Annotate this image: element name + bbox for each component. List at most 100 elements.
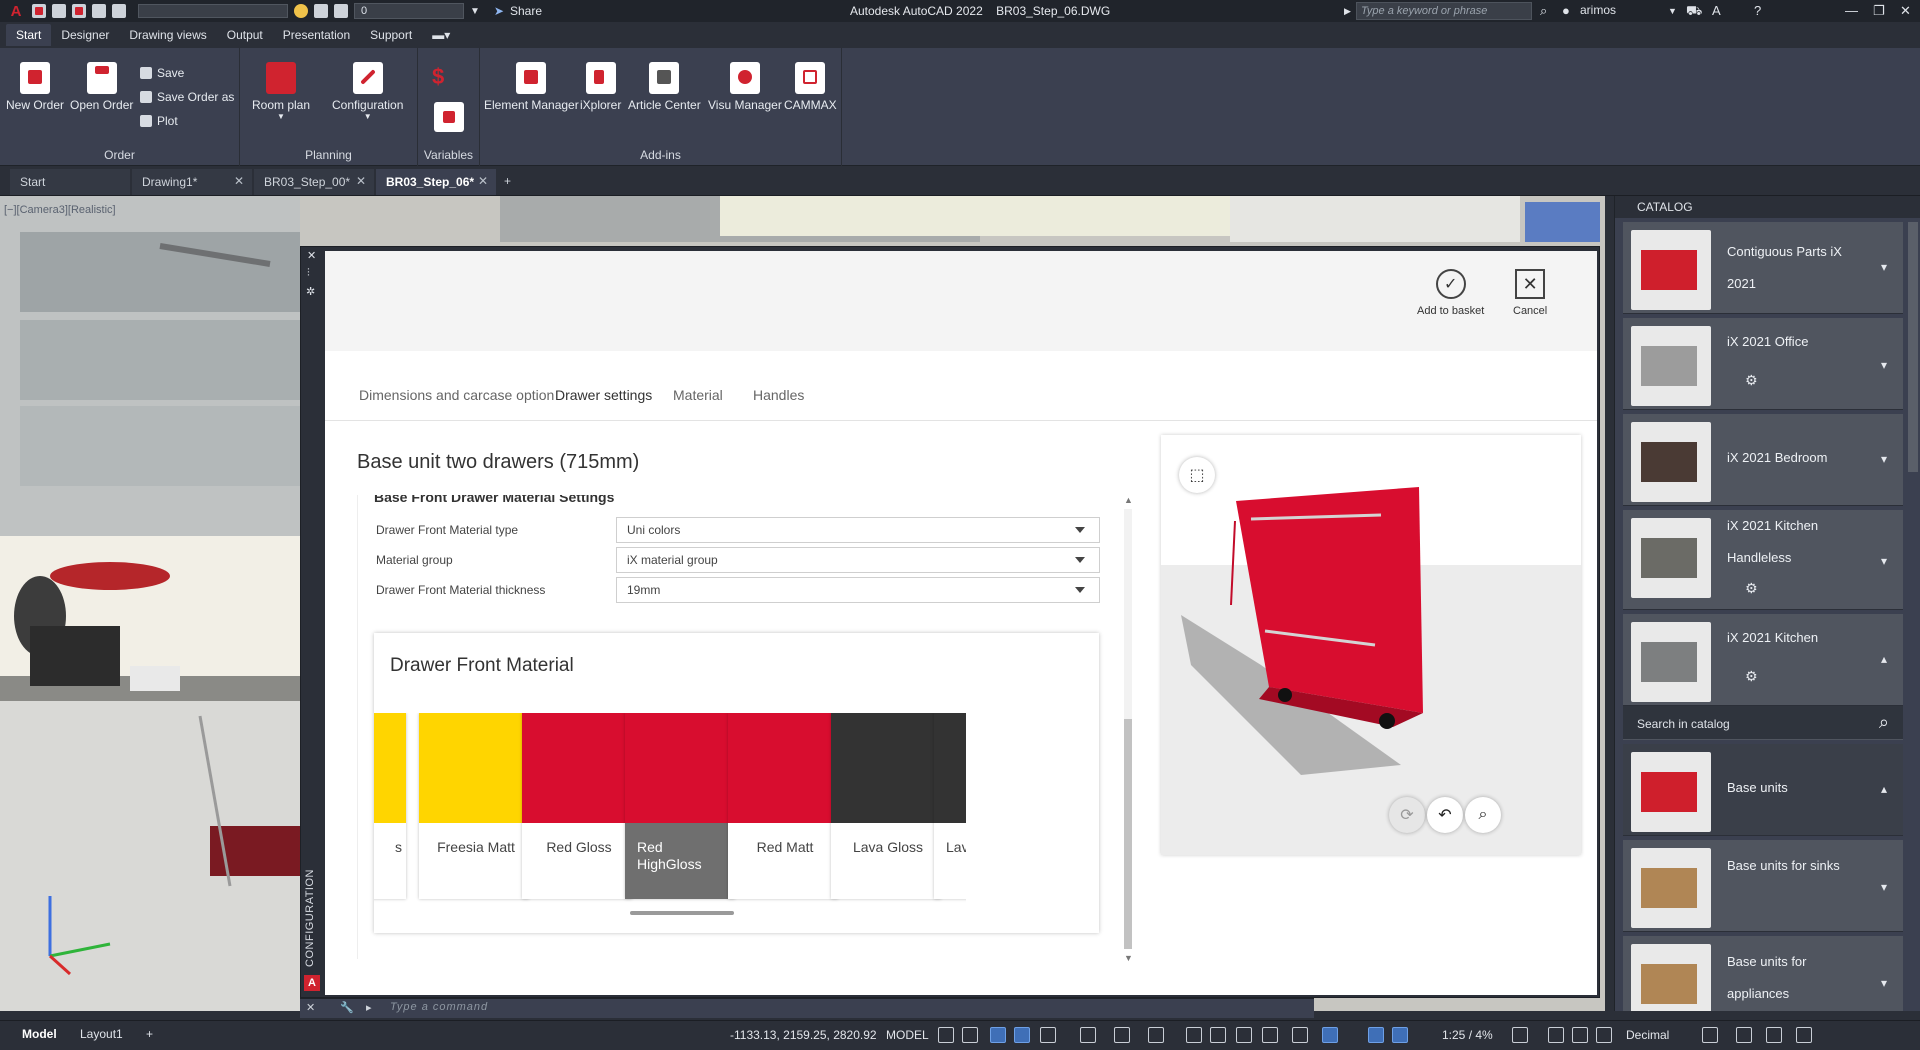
close-icon[interactable]: ✕ [234,174,244,188]
settings-vertical-scrollbar[interactable]: ▲ ▼ [1122,495,1134,965]
gear-icon[interactable]: ⚙ [1745,668,1758,685]
close-icon[interactable]: ✕ [307,249,316,262]
chevron-down-icon[interactable]: ▼ [1668,6,1677,16]
catalog-item-ix-2021-office[interactable]: iX 2021 Office ⚙ ▾ [1623,318,1903,410]
search-icon[interactable]: ⌕ [1879,712,1889,733]
lineweight-icon[interactable] [1148,1027,1164,1043]
close-icon[interactable]: ✕ [356,174,366,188]
workspace-gear-icon[interactable] [1512,1027,1528,1043]
swatch-partial-left[interactable]: s [374,713,406,899]
add-to-basket-button[interactable]: ✓ Add to basket [1417,269,1484,317]
wrench-icon[interactable]: 🔧 [340,1001,354,1014]
restore-icon[interactable]: ❐ [1873,3,1885,19]
pin-icon[interactable]: ⫶ [307,267,310,280]
polar-icon[interactable] [1014,1027,1030,1043]
material-group-select[interactable]: iX material group [616,547,1100,573]
catalog-scrollbar[interactable] [1908,222,1918,472]
catalog-item-ix-2021-bedroom[interactable]: iX 2021 Bedroom ▾ [1623,414,1903,506]
tab-material[interactable]: Material [673,387,723,403]
visu-manager-button[interactable]: Visu Manager [708,62,782,112]
tab-layout1[interactable]: Layout1 [80,1027,123,1041]
workspace-select[interactable] [138,4,288,18]
undo-icon[interactable]: ↶ [1427,797,1463,833]
room-plan-button[interactable]: Room plan ▼ [252,62,310,121]
save-file-icon[interactable] [72,4,86,18]
close-icon[interactable]: ✕ [306,1001,315,1014]
autocad-logo-icon[interactable]: A [6,3,26,20]
ribbon-tab-start[interactable]: Start [6,24,52,46]
new-file-icon[interactable] [32,4,46,18]
swatch-strip-scrollbar[interactable] [630,911,734,915]
material-thickness-select[interactable]: 19mm [616,577,1100,603]
doc-tab-start[interactable]: Start [10,169,130,195]
catalog-item-ix-2021-kitchen-handleless[interactable]: iX 2021 Kitchen Handleless ⚙ ▾ [1623,510,1903,610]
chevron-down-icon[interactable]: ▾ [1881,358,1887,372]
new-order-button[interactable]: New Order [6,62,64,112]
save-button[interactable]: Save [140,66,184,80]
chevron-up-icon[interactable]: ▴ [1881,652,1887,666]
ribbon-tab-output[interactable]: Output [217,24,273,46]
grid-icon[interactable] [938,1027,954,1043]
share-icon[interactable]: ➤ [494,4,504,18]
hardware-acceleration-icon[interactable] [1596,1027,1612,1043]
rotate-icon[interactable]: ⟳ [1389,797,1425,833]
catalog-subitem-base-units-appliances[interactable]: Base units for appliances ▾ [1623,936,1903,1011]
zoom-icon[interactable]: ⌕ [1465,797,1501,833]
chevron-right-icon[interactable]: ▶ [1344,6,1351,17]
tab-handles[interactable]: Handles [753,387,804,403]
doc-tab-br03-step-00[interactable]: BR03_Step_00* ✕ [254,169,374,195]
snap-tracking-icon[interactable] [1114,1027,1130,1043]
annotation-scale[interactable]: 1:25 / 4% [1442,1028,1493,1042]
3d-preview-panel[interactable]: ⬚ ⟳ ↶ ⌕ [1161,435,1581,855]
catalog-subitem-base-units-sinks[interactable]: Base units for sinks ▾ [1623,840,1903,932]
close-icon[interactable]: ✕ [478,174,488,188]
chevron-down-icon[interactable]: ▾ [1881,976,1887,990]
share-label[interactable]: Share [510,4,542,18]
add-layout-icon[interactable]: + [146,1027,153,1041]
tab-drawer-settings[interactable]: Drawer settings [555,387,652,403]
ortho-icon[interactable] [990,1027,1006,1043]
settings-scroll-area[interactable]: Base Front Drawer Material Settings Draw… [357,495,1117,959]
ribbon-tab-designer[interactable]: Designer [51,24,119,46]
open-file-icon[interactable] [52,4,66,18]
gear-icon[interactable]: ⚙ [1745,580,1758,597]
chevron-down-icon[interactable]: ▼ [470,6,480,17]
annotation-visibility-icon[interactable] [1368,1027,1384,1043]
quick-properties-icon[interactable] [1702,1027,1718,1043]
plot-button[interactable]: Plot [140,114,178,128]
open-order-button[interactable]: Open Order [70,62,133,112]
ixplorer-button[interactable]: iXplorer [580,62,621,112]
chevron-down-icon[interactable]: ▾ [1881,880,1887,894]
close-icon[interactable]: ✕ [1900,3,1911,19]
tab-model[interactable]: Model [22,1027,57,1041]
variables-box-button[interactable] [434,102,464,136]
gear-icon[interactable]: ⚙ [1745,372,1758,389]
plot-file-icon[interactable] [112,4,126,18]
model-space-toggle[interactable]: MODEL [886,1028,929,1042]
lock-icon[interactable] [334,4,348,18]
sun-icon[interactable] [314,4,328,18]
command-line[interactable]: ✕ 🔧 ▸ Type a command [300,998,1314,1018]
viewport-controls-label[interactable]: [−][Camera3][Realistic] [4,204,116,216]
catalog-item-ix-2021-kitchen[interactable]: iX 2021 Kitchen ⚙ ▴ [1623,614,1903,706]
swatch-lava-gloss[interactable]: Lava Gloss [831,713,941,899]
ribbon-tab-presentation[interactable]: Presentation [273,24,360,46]
cart-icon[interactable]: ⛟ [1686,3,1702,21]
ribbon-tab-drawing-views[interactable]: Drawing views [119,24,216,46]
saveas-file-icon[interactable] [92,4,106,18]
3d-view-icon[interactable]: ⬚ [1179,457,1215,493]
save-order-as-button[interactable]: Save Order as [140,90,234,104]
swatch-red-highgloss[interactable]: Red HighGloss [625,713,735,899]
user-name[interactable]: arimos [1580,3,1616,17]
chevron-down-icon[interactable]: ▾ [1881,260,1887,274]
customization-icon[interactable] [1796,1027,1812,1043]
variables-dollar-button[interactable]: $ [432,64,444,90]
catalog-subitem-base-units[interactable]: Base units ▴ [1623,744,1903,836]
clean-screen-icon[interactable] [1766,1027,1782,1043]
lock-ui-icon[interactable] [1736,1027,1752,1043]
coordinate-readout[interactable]: -1133.13, 2159.25, 2820.92 [730,1028,877,1042]
catalog-search-input[interactable]: Search in catalog ⌕ [1623,706,1903,740]
3d-osnap-icon[interactable] [1236,1027,1252,1043]
ribbon-tab-support[interactable]: Support [360,24,422,46]
material-swatch-strip[interactable]: s Freesia Matt Red Gloss Red HighGloss R… [374,713,1099,903]
